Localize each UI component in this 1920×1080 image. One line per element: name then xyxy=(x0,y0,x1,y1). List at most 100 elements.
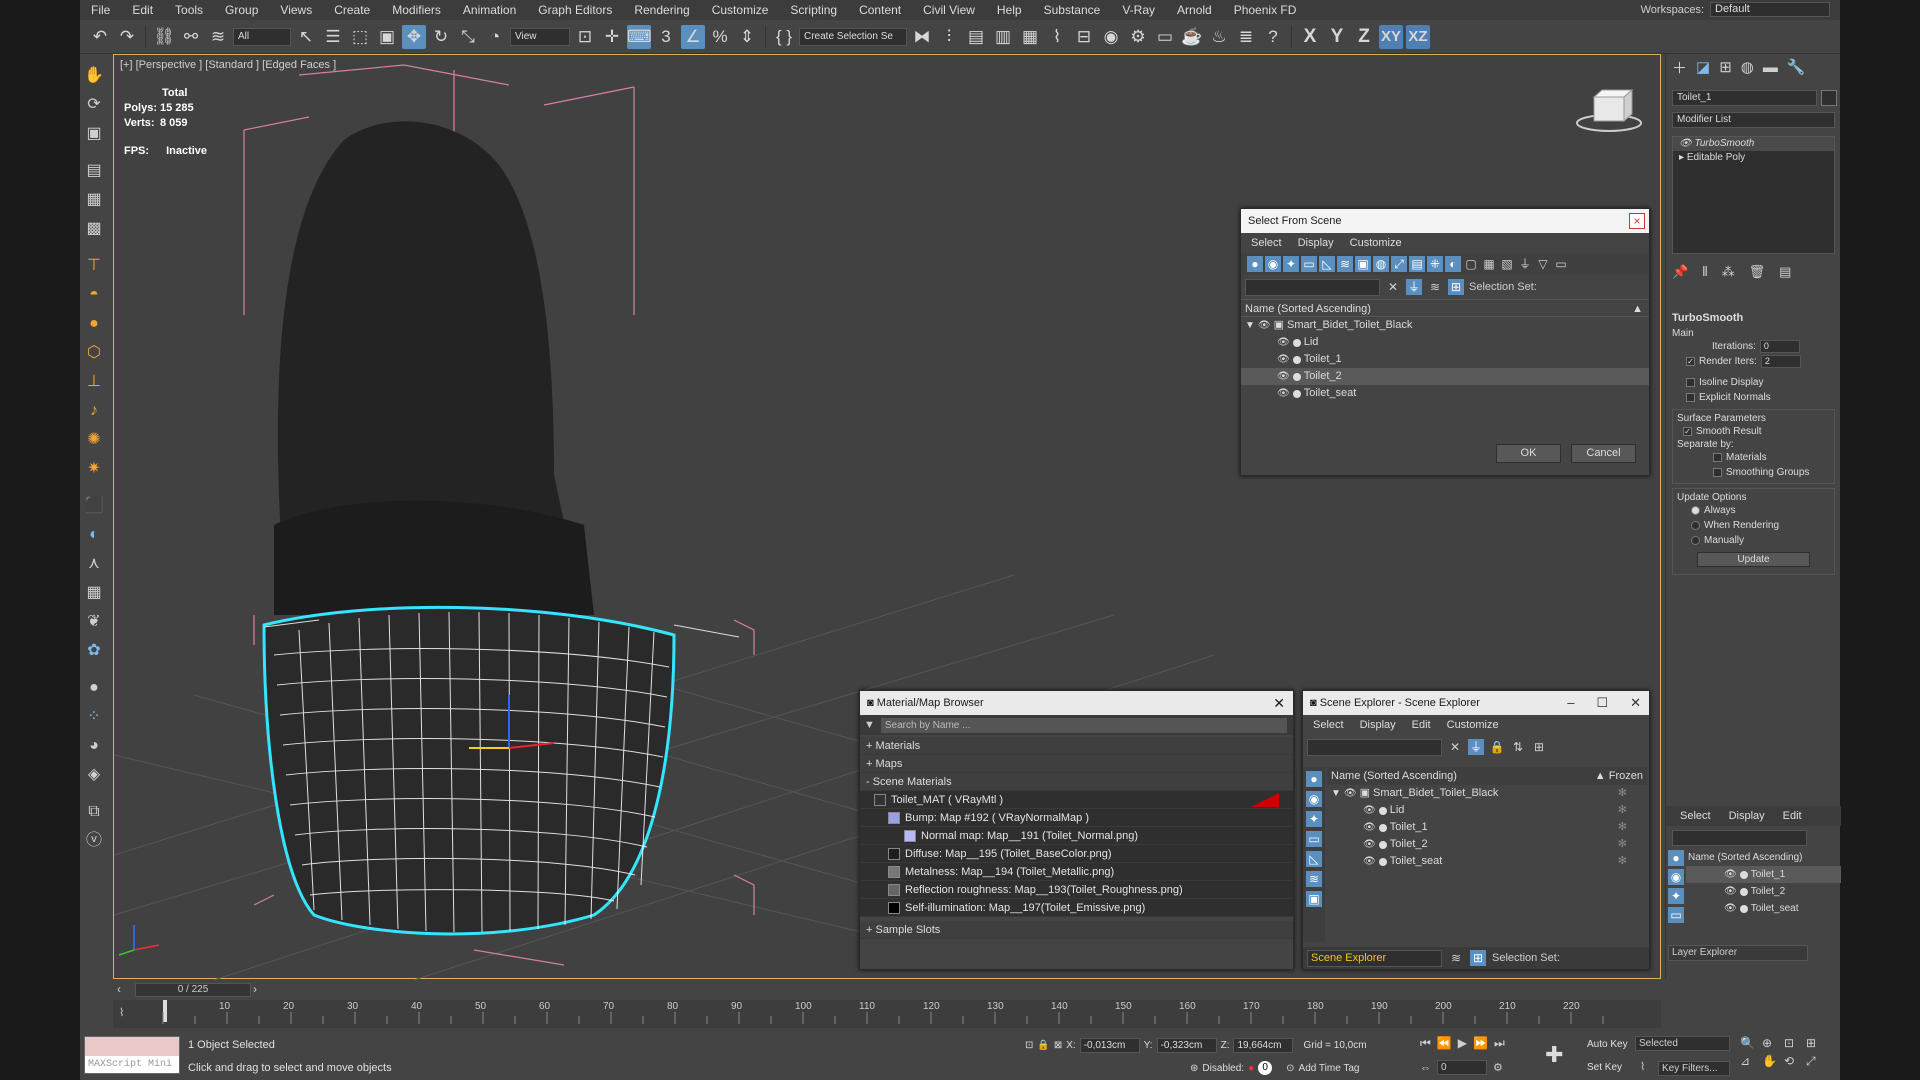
explorer-menu-edit[interactable]: Edit xyxy=(1412,715,1431,735)
menu-edit[interactable]: Edit xyxy=(121,0,164,20)
layer-menu-edit[interactable]: Edit xyxy=(1783,806,1802,826)
smooth-result-checkbox[interactable]: ✓ xyxy=(1683,427,1692,436)
previous-key-icon[interactable]: ⏪ xyxy=(1437,1036,1452,1051)
menu-substance[interactable]: Substance xyxy=(1033,0,1112,20)
select-by-name-icon[interactable]: ☰ xyxy=(321,25,345,49)
play-icon[interactable]: ▶ xyxy=(1458,1036,1467,1051)
help-icon[interactable]: ? xyxy=(1261,25,1285,49)
dialog-menu-select[interactable]: Select xyxy=(1251,233,1282,253)
visibility-eye-icon[interactable]: 👁 xyxy=(1724,900,1737,917)
render-frame-icon[interactable]: ▣ xyxy=(83,122,105,146)
schematic-view-icon[interactable]: ⊟ xyxy=(1072,25,1096,49)
menu-create[interactable]: Create xyxy=(323,0,381,20)
tree-row[interactable]: 👁 Toilet_2 xyxy=(1241,368,1649,385)
explicit-normals-checkbox[interactable] xyxy=(1686,393,1695,402)
menu-views[interactable]: Views xyxy=(269,0,323,20)
section-scene-materials[interactable]: - Scene Materials xyxy=(860,773,1293,791)
section-materials[interactable]: + Materials xyxy=(860,737,1293,755)
display-spacewarps-icon[interactable]: ≋ xyxy=(1337,256,1353,272)
rendered-frame-window-icon[interactable]: ▭ xyxy=(1153,25,1177,49)
snaps-toggle-icon[interactable]: 3 xyxy=(654,25,678,49)
display-cameras-icon[interactable]: ▭ xyxy=(1306,831,1322,847)
layer-row[interactable]: 👁 Toilet_1 xyxy=(1686,866,1841,883)
smoothing-groups-checkbox[interactable] xyxy=(1713,468,1722,477)
display-shapes-icon[interactable]: ◉ xyxy=(1668,869,1684,885)
material-item[interactable]: Normal map: Map__191 (Toilet_Normal.png) xyxy=(860,827,1293,845)
next-key-icon[interactable]: ⏩ xyxy=(1473,1036,1488,1051)
default-in-out-icon[interactable]: ⌇ xyxy=(1640,1060,1645,1073)
object-name-field[interactable]: Toilet_1 xyxy=(1672,90,1817,106)
ribbon-icon[interactable]: ▦ xyxy=(1018,25,1042,49)
maxscript-output[interactable] xyxy=(85,1037,179,1056)
sphere-icon[interactable]: ◐ xyxy=(83,523,105,547)
material-item-root[interactable]: Toilet_MAT ( VRayMtl ) xyxy=(860,791,1293,809)
visibility-eye-icon[interactable]: 👁 xyxy=(1277,334,1290,351)
freeze-icon[interactable]: ✻ xyxy=(1618,836,1627,853)
auto-key-button[interactable]: Auto Key xyxy=(1587,1039,1628,1050)
absolute-mode-icon[interactable]: ⊡ xyxy=(1025,1040,1033,1051)
display-tab-icon[interactable]: ▬ xyxy=(1763,59,1778,76)
select-none-icon[interactable]: ▦ xyxy=(1481,256,1497,272)
zoom-icon[interactable]: 🔍 xyxy=(1740,1036,1760,1050)
sort-icon[interactable]: ⇅ xyxy=(1510,739,1526,755)
render-iters-checkbox[interactable]: ✓ xyxy=(1686,357,1695,366)
fov-icon[interactable]: ⊿ xyxy=(1740,1054,1760,1069)
render-production-icon[interactable]: ☕ xyxy=(1180,25,1204,49)
dialog-menu-customize[interactable]: Customize xyxy=(1350,233,1402,253)
layer-menu-select[interactable]: Select xyxy=(1680,806,1711,826)
menu-group[interactable]: Group xyxy=(214,0,269,20)
add-time-tag-label[interactable]: Add Time Tag xyxy=(1299,1063,1360,1074)
freeze-icon[interactable]: ✻ xyxy=(1618,853,1627,870)
go-to-end-icon[interactable]: ⏭ xyxy=(1494,1036,1505,1051)
link-icon[interactable]: ⛓ xyxy=(152,25,176,49)
menu-file[interactable]: File xyxy=(80,0,121,20)
visibility-eye-icon[interactable]: 👁 xyxy=(1363,853,1376,870)
redo-icon[interactable]: ↷ xyxy=(115,25,139,49)
explorer-menu-display[interactable]: Display xyxy=(1360,715,1396,735)
scene-explorer-titlebar[interactable]: ◙ Scene Explorer - Scene Explorer – ☐ ✕ xyxy=(1303,691,1649,715)
material-item[interactable]: Reflection roughness: Map__193(Toilet_Ro… xyxy=(860,881,1293,899)
visibility-eye-icon[interactable]: 👁 xyxy=(1344,785,1357,802)
expand-arrow-icon[interactable]: ▸ xyxy=(1679,152,1687,163)
display-shapes-icon[interactable]: ◉ xyxy=(1265,256,1281,272)
rollout-title[interactable]: TurboSmooth xyxy=(1672,312,1835,328)
tree-row[interactable]: 👁 Toilet_seat ✻ xyxy=(1327,853,1647,870)
curve-editor-icon[interactable]: ⌇ xyxy=(1045,25,1069,49)
proxy-icon[interactable]: ▦ xyxy=(83,581,105,605)
adaptive-degradation-icon[interactable]: ⊛ xyxy=(1190,1063,1198,1074)
sphere-light-icon[interactable]: ● xyxy=(83,312,105,336)
menu-tools[interactable]: Tools xyxy=(164,0,214,20)
expand-arrow-icon[interactable]: ▼ xyxy=(1245,317,1255,334)
angle-snap-icon[interactable]: ∠ xyxy=(681,24,705,49)
visibility-eye-icon[interactable]: 👁 xyxy=(1363,802,1376,819)
isolate-icon[interactable]: ⊠ xyxy=(1054,1040,1062,1051)
layer-row[interactable]: 👁 Toilet_2 xyxy=(1686,883,1841,900)
visibility-eye-icon[interactable]: 👁 xyxy=(1277,385,1290,402)
menu-rendering[interactable]: Rendering xyxy=(623,0,700,20)
viewcube[interactable] xyxy=(1574,85,1644,135)
tree-row[interactable]: 👁 Toilet_1 ✻ xyxy=(1327,819,1647,836)
tree-row[interactable]: 👁 Lid ✻ xyxy=(1327,802,1647,819)
maxscript-mini-input[interactable]: MAXScript Mini xyxy=(85,1056,179,1073)
named-selection-dropdown[interactable]: Create Selection Se xyxy=(799,27,907,46)
selection-lock-icon[interactable]: 🔒 xyxy=(1037,1040,1049,1051)
display-cameras-icon[interactable]: ▭ xyxy=(1301,256,1317,272)
modify-tab-icon[interactable]: ◪ xyxy=(1696,58,1710,76)
material-item[interactable]: Bump: Map #192 ( VRayNormalMap ) xyxy=(860,809,1293,827)
key-selection-dropdown[interactable]: Selected xyxy=(1635,1036,1730,1051)
axis-y-button[interactable]: Y xyxy=(1325,25,1349,49)
object-color-swatch[interactable] xyxy=(1821,90,1837,106)
visibility-eye-icon[interactable]: 👁 xyxy=(1277,351,1290,368)
display-geometry-icon[interactable]: ● xyxy=(1306,771,1322,787)
freeze-icon[interactable]: ✻ xyxy=(1618,785,1627,802)
set-key-button[interactable]: Set Key xyxy=(1587,1062,1622,1073)
column-header-name[interactable]: Name (Sorted Ascending) ▲ Frozen xyxy=(1327,767,1647,785)
display-helpers-icon[interactable]: ◺ xyxy=(1319,256,1335,272)
select-move-icon[interactable]: ✥ xyxy=(402,24,426,49)
maximize-viewport-icon[interactable]: ⤢ xyxy=(1806,1054,1826,1069)
orbit-icon[interactable]: ⟳ xyxy=(83,93,105,117)
display-xrefs-icon[interactable]: ◍ xyxy=(1373,256,1389,272)
section-sample-slots[interactable]: + Sample Slots xyxy=(860,921,1293,939)
fur-icon[interactable]: ⋏ xyxy=(83,552,105,576)
select-all-icon[interactable]: ▢ xyxy=(1463,256,1479,272)
